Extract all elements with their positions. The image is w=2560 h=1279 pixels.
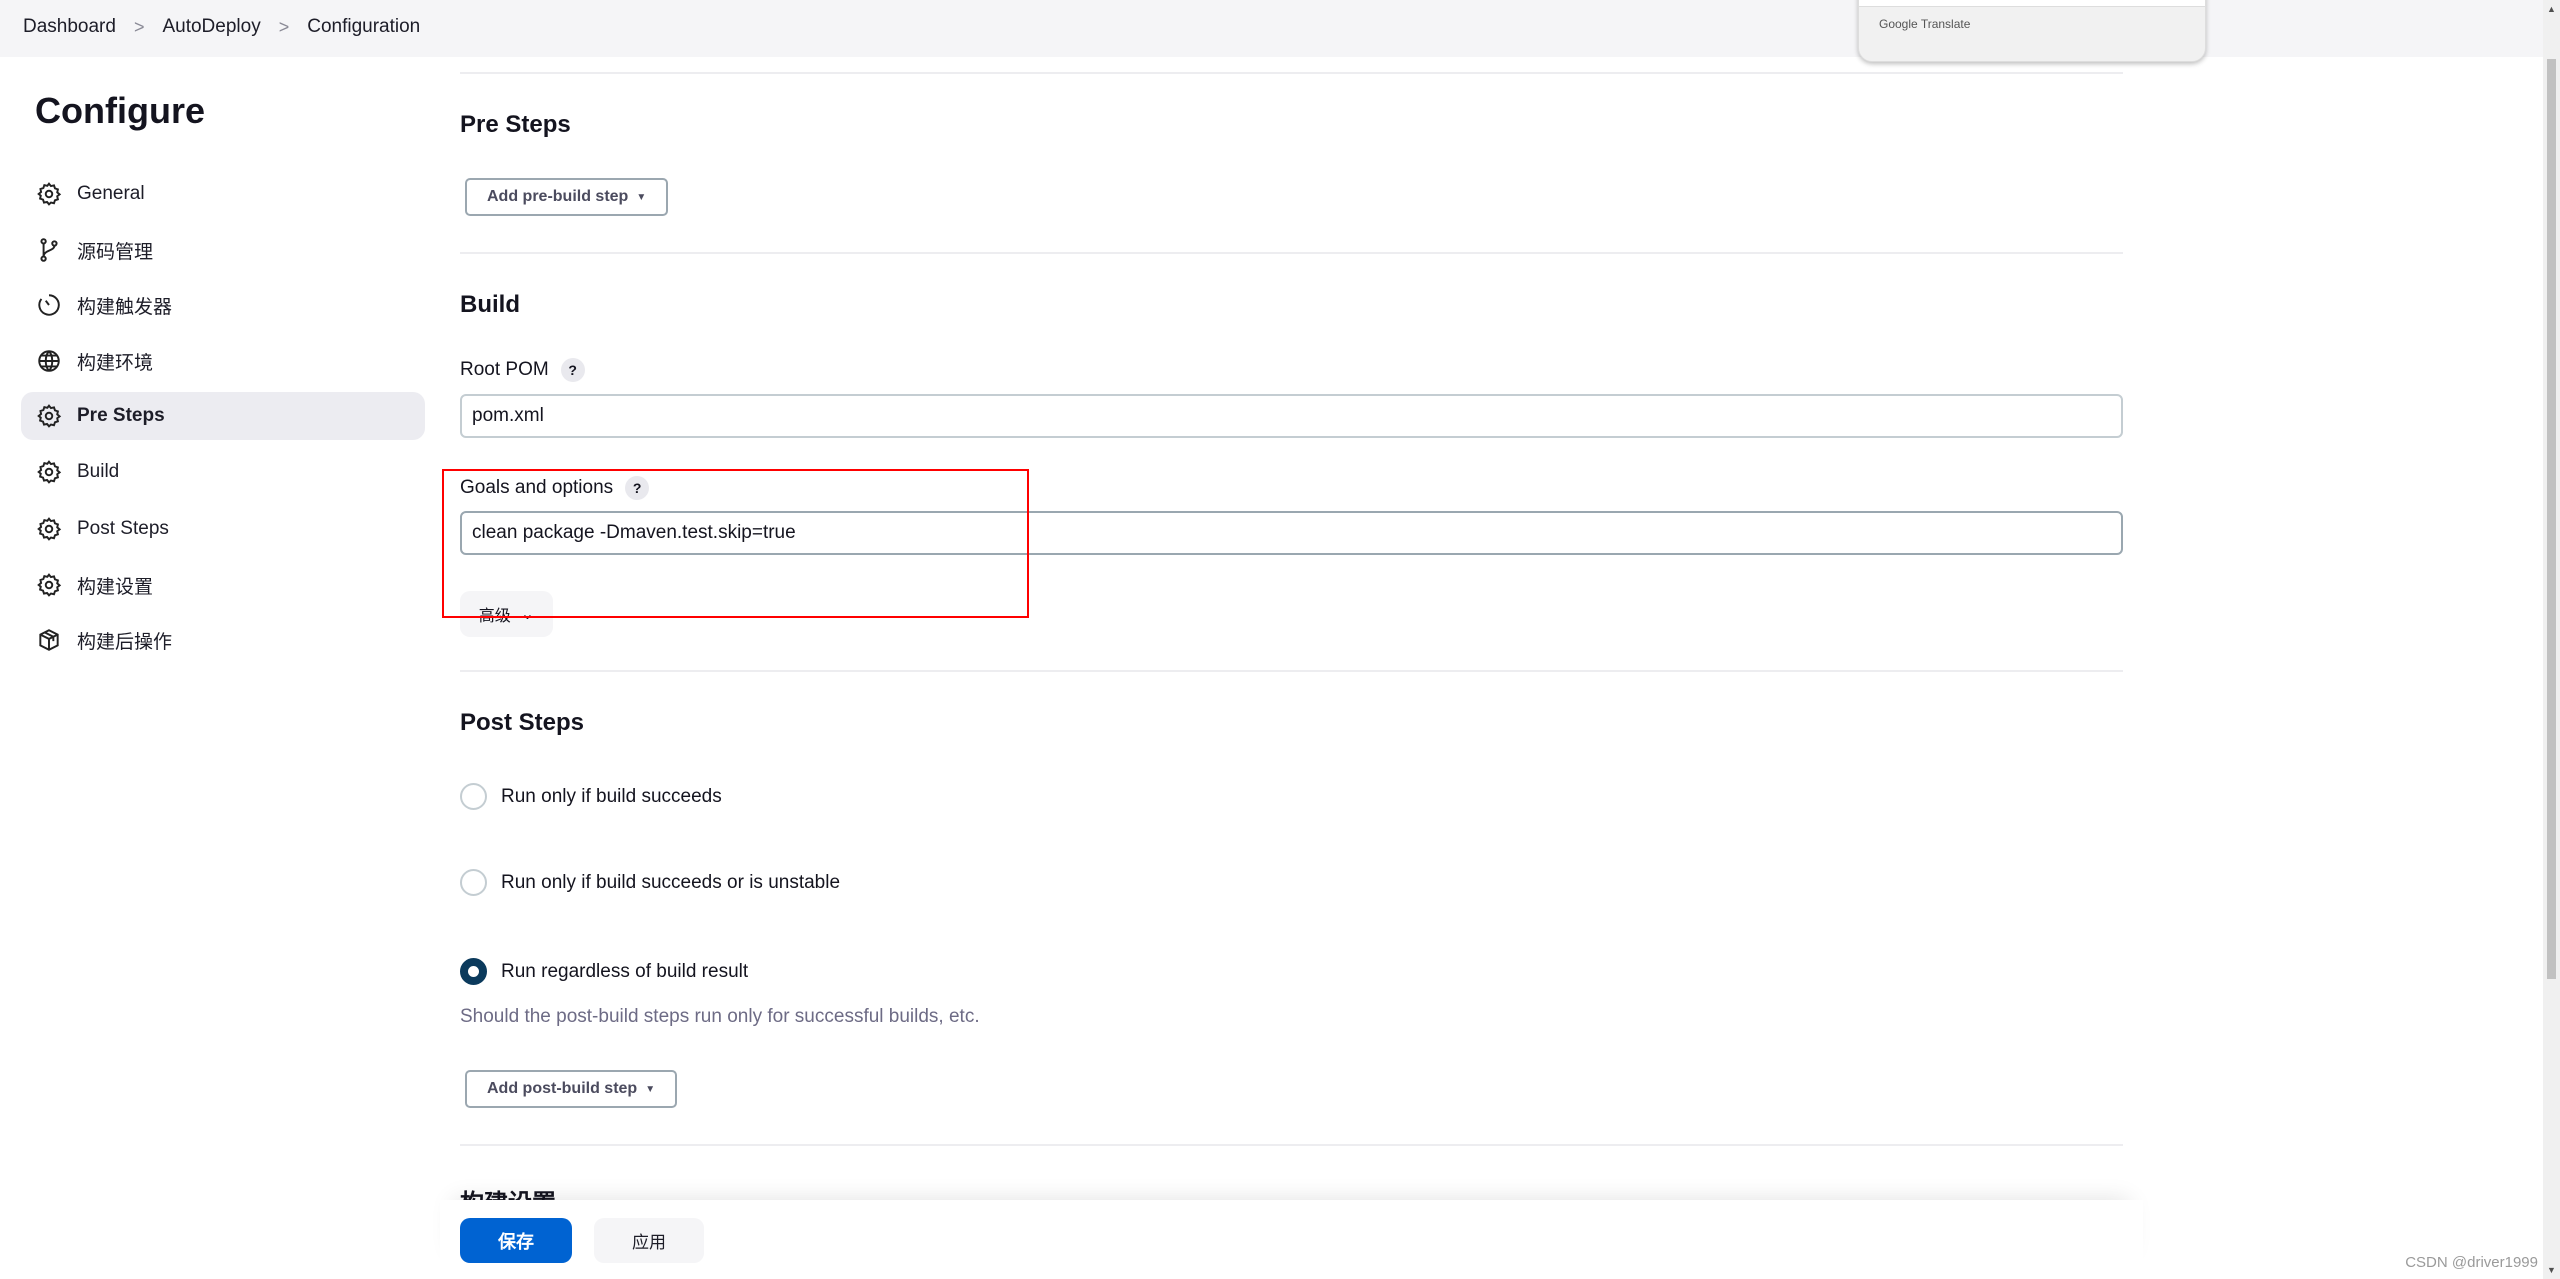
sidebar-item-8[interactable]: 构建后操作 — [21, 616, 425, 664]
sidebar-item-label: 构建触发器 — [77, 296, 173, 318]
help-icon[interactable]: ? — [560, 358, 585, 382]
help-icon[interactable]: ? — [625, 476, 650, 500]
chevron-right-icon: > — [278, 16, 290, 37]
scrollbar[interactable]: ▲ ▼ — [2543, 0, 2560, 1279]
radio-label: Run regardless of build result — [501, 960, 749, 982]
label-text: Root POM — [460, 359, 549, 380]
post-steps-radio-2[interactable]: Run regardless of build result — [460, 958, 748, 985]
sidebar-item-label: Post Steps — [77, 518, 169, 539]
button-label: Add post-build step — [487, 1080, 638, 1097]
watermark: CSDN @driver1999 — [2405, 1254, 2538, 1271]
scrollbar-thumb[interactable] — [2547, 59, 2556, 979]
gear-icon — [36, 403, 62, 429]
gear-icon — [36, 459, 62, 485]
apply-button[interactable]: 应用 — [594, 1218, 704, 1263]
add-pre-build-step-button[interactable]: Add pre-build step ▼ — [465, 178, 669, 216]
advanced-button[interactable]: 高级 ⌄ — [460, 591, 553, 637]
google-translate-popup: Google Translate — [1858, 0, 2206, 62]
chevron-down-icon: ⌄ — [520, 606, 535, 623]
gear-icon — [36, 572, 62, 598]
breadcrumb-dashboard[interactable]: Dashboard — [23, 16, 116, 38]
sidebar-item-label: Build — [77, 461, 120, 482]
sidebar-item-4[interactable]: Pre Steps — [21, 392, 425, 440]
sidebar-item-5[interactable]: Build — [21, 448, 425, 496]
post-steps-description: Should the post-build steps run only for… — [460, 1006, 980, 1027]
caret-down-icon: ▼ — [645, 1083, 656, 1095]
pre-steps-heading: Pre Steps — [460, 111, 571, 138]
sidebar-item-label: 构建环境 — [77, 352, 154, 374]
post-steps-radio-0[interactable]: Run only if build succeeds — [460, 783, 722, 810]
button-label: 高级 — [478, 608, 511, 625]
button-label: Add pre-build step — [487, 188, 629, 205]
scroll-up-icon[interactable]: ▲ — [2547, 4, 2556, 14]
label-text: Goals and options — [460, 477, 614, 498]
goals-input[interactable]: clean package -Dmaven.test.skip=true — [460, 511, 2123, 555]
chevron-right-icon: > — [133, 16, 145, 37]
radio-button[interactable] — [460, 869, 487, 896]
build-heading: Build — [460, 291, 520, 318]
sidebar-item-3[interactable]: 构建环境 — [21, 337, 425, 385]
timer-icon — [36, 292, 62, 318]
divider — [460, 72, 2123, 74]
divider — [460, 670, 2123, 672]
gear-icon — [36, 181, 62, 207]
sidebar-item-6[interactable]: Post Steps — [21, 505, 425, 553]
goals-label: Goals and options ? — [460, 476, 650, 500]
radio-button[interactable] — [460, 783, 487, 810]
globe-icon — [36, 348, 62, 374]
package-icon — [36, 627, 62, 653]
post-steps-heading: Post Steps — [460, 709, 585, 736]
sidebar-item-1[interactable]: 源码管理 — [21, 226, 425, 274]
breadcrumb: Dashboard > AutoDeploy > Configuration — [23, 16, 420, 38]
sidebar-item-label: General — [77, 183, 145, 204]
post-steps-radio-1[interactable]: Run only if build succeeds or is unstabl… — [460, 869, 840, 896]
branch-icon — [36, 237, 62, 263]
divider — [460, 252, 2123, 254]
page-title: Configure — [35, 90, 205, 131]
breadcrumb-configuration[interactable]: Configuration — [307, 16, 420, 38]
caret-down-icon: ▼ — [636, 191, 647, 203]
radio-label: Run only if build succeeds or is unstabl… — [501, 871, 841, 893]
sidebar-item-label: 构建设置 — [77, 576, 154, 598]
sidebar-item-2[interactable]: 构建触发器 — [21, 281, 425, 329]
gear-icon — [36, 516, 62, 542]
google-translate-label: Google Translate — [1879, 17, 1971, 31]
root-pom-label: Root POM ? — [460, 358, 585, 382]
divider — [460, 1144, 2123, 1146]
sidebar-item-0[interactable]: General — [21, 170, 425, 218]
radio-button[interactable] — [460, 958, 487, 985]
save-button[interactable]: 保存 — [460, 1218, 572, 1263]
radio-label: Run only if build succeeds — [501, 785, 722, 807]
sidebar-item-7[interactable]: 构建设置 — [21, 561, 425, 609]
root-pom-input[interactable]: pom.xml — [460, 394, 2123, 438]
breadcrumb-autodeploy[interactable]: AutoDeploy — [162, 16, 260, 38]
add-post-build-step-button[interactable]: Add post-build step ▼ — [465, 1070, 678, 1108]
scroll-down-icon[interactable]: ▼ — [2547, 1265, 2556, 1275]
sidebar-item-label: 构建后操作 — [77, 631, 173, 653]
sidebar-item-label: 源码管理 — [77, 241, 154, 263]
sidebar-item-label: Pre Steps — [77, 405, 165, 426]
